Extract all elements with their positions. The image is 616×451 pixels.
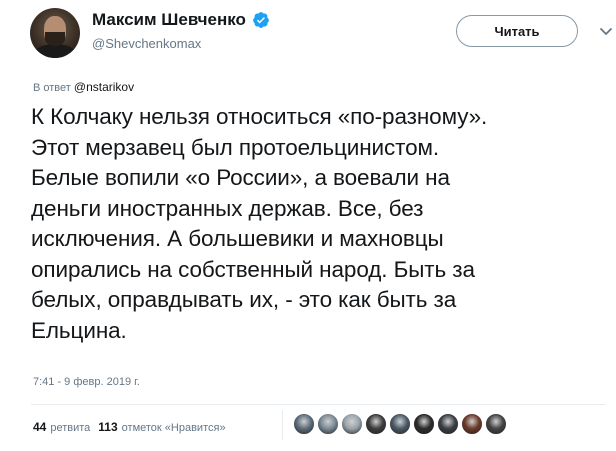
liker-avatar[interactable] — [341, 413, 363, 435]
reply-context: В ответ @nstarikov — [33, 80, 134, 94]
liker-avatar[interactable] — [413, 413, 435, 435]
liker-avatar[interactable] — [389, 413, 411, 435]
retweets-count: 44 — [33, 420, 47, 434]
tweet-stats: 44 ретвита 113 отметок «Нравится» — [33, 420, 234, 434]
author-avatar[interactable] — [30, 8, 80, 58]
verified-badge-icon — [253, 12, 269, 28]
follow-button[interactable]: Читать — [456, 15, 578, 47]
stats-separator — [282, 410, 283, 440]
stats-divider-top — [31, 404, 606, 405]
liker-avatar[interactable] — [317, 413, 339, 435]
likes-count: 113 — [98, 420, 118, 434]
likes-label: отметок «Нравится» — [121, 422, 226, 434]
author-handle[interactable]: @Shevchenkomax — [92, 36, 201, 51]
tweet-text-line: опирались на собственный народ. Быть за — [31, 256, 475, 282]
avatar-shirt — [34, 44, 76, 58]
tweet-text-line: К Колчаку нельзя относиться «по-разному»… — [31, 104, 488, 129]
tweet-timestamp[interactable]: 7:41 - 9 февр. 2019 г. — [33, 376, 140, 388]
liker-avatar[interactable] — [365, 413, 387, 435]
tweet-text-line: исключения. А большевики и махновцы — [31, 226, 444, 251]
reply-prefix: В ответ — [33, 82, 71, 94]
tweet-text: К Колчаку нельзя относиться «по-разному»… — [31, 102, 606, 346]
reply-mention-link[interactable]: @nstarikov — [74, 80, 134, 94]
author-name[interactable]: Максим Шевченко — [92, 10, 246, 30]
author-name-row[interactable]: Максим Шевченко — [92, 10, 270, 30]
tweet-header: Максим Шевченко @Shevchenkomax Читать — [30, 6, 612, 62]
tweet-text-line: деньги иностранных держав. Все, без — [31, 195, 424, 221]
likers-avatars — [293, 413, 509, 435]
chevron-down-icon[interactable] — [598, 23, 614, 39]
liker-avatar[interactable] — [437, 413, 459, 435]
retweets-stat[interactable]: 44 ретвита — [33, 420, 90, 434]
likes-stat[interactable]: 113 отметок «Нравится» — [98, 420, 225, 434]
tweet-text-line: Ельцина. — [31, 317, 127, 343]
tweet-text-line: Белые вопили «о России», а воевали на — [31, 165, 450, 190]
liker-avatar[interactable] — [293, 413, 315, 435]
liker-avatar[interactable] — [485, 413, 507, 435]
tweet-text-line: белых, оправдывать их, - это как быть за — [31, 287, 457, 312]
avatar-beard — [45, 32, 65, 46]
retweets-label: ретвита — [50, 422, 91, 434]
tweet-text-line: Этот мерзавец был протоельцинистом. — [31, 134, 440, 160]
liker-avatar[interactable] — [461, 413, 483, 435]
